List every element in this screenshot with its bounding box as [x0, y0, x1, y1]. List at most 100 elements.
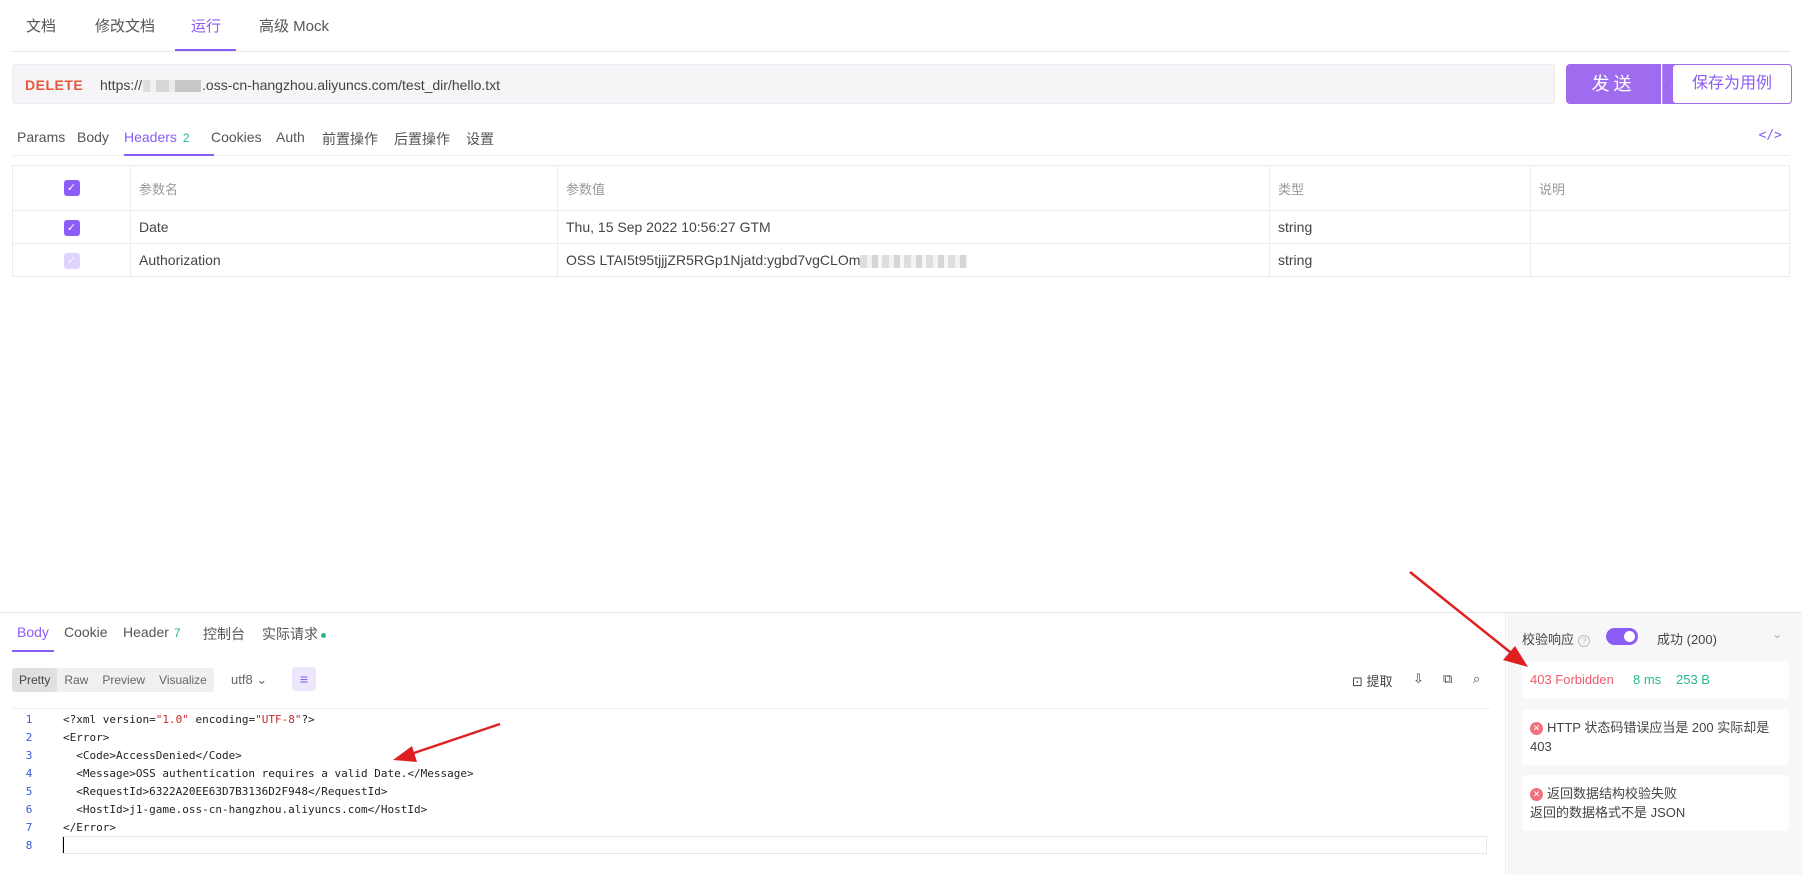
format-raw-button[interactable]: Raw — [57, 668, 95, 692]
extract-label: 提取 — [1366, 674, 1393, 689]
code-text: <HostId>j1-game.oss-cn-hangzhou.aliyuncs… — [63, 803, 428, 816]
http-method-select[interactable]: DELETE — [25, 77, 83, 93]
code-icon[interactable]: </> — [1759, 128, 1782, 143]
line-number: 8 — [25, 839, 33, 852]
help-icon[interactable]: ? — [1578, 634, 1591, 647]
validate-toggle[interactable] — [1606, 628, 1638, 645]
request-tab-bar: Params Body Headers 2 Cookies Auth 前置操作 后… — [12, 116, 1790, 156]
resp-tab-console[interactable]: 控制台 — [203, 624, 245, 644]
resp-header-count-badge: 7 — [173, 626, 181, 640]
param-name-cell[interactable]: Authorization — [130, 243, 558, 277]
word-wrap-icon[interactable]: ≡ — [292, 667, 316, 691]
line-number: 3 — [25, 749, 33, 762]
format-switch: Pretty Raw Preview Visualize — [12, 668, 214, 692]
code-text: <Code>AccessDenied</Code> — [63, 749, 242, 762]
tab-docs[interactable]: 文档 — [26, 15, 56, 36]
line-number: 6 — [25, 803, 33, 816]
response-size: 253 B — [1676, 672, 1710, 687]
xml-encoding-attr: encoding= — [188, 713, 256, 726]
headers-count-badge: 2 — [182, 131, 190, 145]
col-param-value: 参数值 — [557, 165, 1270, 211]
resp-tab-body[interactable]: Body — [17, 624, 49, 640]
resp-tab-actual-label: 实际请求 — [262, 626, 318, 642]
download-icon[interactable]: ⇩ — [1413, 671, 1424, 687]
url-input[interactable]: https:// .oss-cn-hangzhou.aliyuncs.com/te… — [100, 77, 500, 93]
response-panel: Body Cookie Header 7 控制台 实际请求 Pretty Raw … — [0, 612, 1802, 875]
row-checkbox[interactable]: ✓ — [63, 219, 80, 236]
code-line: 2 — [12, 729, 46, 747]
status-code: 403 Forbidden — [1530, 672, 1614, 687]
row-check-cell: ✓ — [12, 210, 131, 244]
chevron-down-icon: ⌄ — [256, 672, 268, 687]
xml-decl-close: ?> — [301, 713, 315, 726]
col-description: 说明 — [1530, 165, 1790, 211]
active-resp-tab-indicator — [12, 650, 54, 652]
tab-advanced-mock[interactable]: 高级 Mock — [259, 15, 329, 36]
line-number: 7 — [25, 821, 33, 834]
redacted-signature — [860, 254, 969, 268]
code-line: 4 — [12, 765, 46, 783]
select-all-cell: ✓ — [12, 165, 131, 211]
error-card: ✕ 返回数据结构校验失败 返回的数据格式不是 JSON — [1522, 775, 1789, 831]
error-title: 返回数据结构校验失败 — [1547, 786, 1678, 801]
row-checkbox[interactable]: ✓ — [63, 252, 80, 269]
tab-edit-docs[interactable]: 修改文档 — [95, 15, 155, 36]
format-visualize-button[interactable]: Visualize — [152, 668, 214, 692]
code-line: 3 — [12, 747, 46, 765]
param-type-cell[interactable]: string — [1269, 243, 1531, 277]
copy-icon[interactable]: ⧉ — [1443, 671, 1452, 687]
search-icon[interactable]: ⌕ — [1473, 671, 1480, 687]
tab-settings[interactable]: 设置 — [466, 129, 494, 149]
param-value-cell[interactable]: Thu, 15 Sep 2022 10:56:27 GTM — [557, 210, 1270, 244]
format-preview-button[interactable]: Preview — [95, 668, 152, 692]
format-pretty-button[interactable]: Pretty — [12, 668, 58, 692]
select-all-checkbox[interactable]: ✓ — [63, 180, 80, 197]
tab-post-operations[interactable]: 后置操作 — [394, 129, 450, 149]
send-button[interactable]: 发送 — [1566, 64, 1661, 104]
line-number: 1 — [25, 713, 33, 726]
code-line: 5 — [12, 783, 46, 801]
error-icon: ✕ — [1530, 722, 1543, 735]
code-text: <RequestId>6322A20EE63D7B3136D2F948</Req… — [63, 785, 388, 798]
tab-params[interactable]: Params — [17, 129, 65, 145]
tab-auth[interactable]: Auth — [276, 129, 305, 145]
code-line: 6 — [12, 801, 46, 819]
tab-run[interactable]: 运行 — [191, 15, 221, 36]
encoding-value: utf8 — [231, 672, 253, 687]
error-card: ✕ HTTP 状态码错误应当是 200 实际却是 403 — [1522, 709, 1789, 765]
encoding-select[interactable]: utf8 ⌄ — [231, 672, 267, 688]
save-as-case-button[interactable]: 保存为用例 — [1672, 64, 1792, 104]
resp-tab-header[interactable]: Header 7 — [123, 624, 181, 640]
code-line: 8 — [12, 837, 46, 855]
table-row: ✓ Date Thu, 15 Sep 2022 10:56:27 GTM str… — [12, 210, 1790, 244]
top-tab-bar: 文档 修改文档 运行 高级 Mock — [12, 0, 1790, 52]
resp-tab-cookie[interactable]: Cookie — [64, 624, 108, 640]
url-bar[interactable]: DELETE https:// .oss-cn-hangzhou.aliyuncs… — [12, 64, 1555, 104]
resp-tab-actual-request[interactable]: 实际请求 — [262, 624, 326, 644]
headers-table: ✓ 参数名 参数值 类型 说明 ✓ Date Thu, 15 Sep 2022 … — [12, 165, 1790, 277]
code-text: </Error> — [63, 821, 116, 834]
chevron-down-icon[interactable]: ⌄ — [1772, 627, 1782, 641]
tab-body[interactable]: Body — [77, 129, 109, 145]
response-code-editor[interactable]: 1 <?xml version="1.0" encoding="UTF-8"?>… — [12, 708, 1490, 873]
extract-button[interactable]: ⊡ 提取 — [1352, 671, 1393, 690]
param-desc-cell[interactable] — [1530, 210, 1790, 244]
code-text: <Error> — [63, 731, 110, 744]
code-line: 7 — [12, 819, 46, 837]
table-header-row: ✓ 参数名 参数值 类型 说明 — [12, 165, 1790, 211]
tab-headers[interactable]: Headers 2 — [124, 129, 190, 145]
validate-response-label: 校验响应? — [1522, 629, 1591, 648]
error-detail: 返回的数据格式不是 JSON — [1530, 805, 1686, 820]
error-message: ✕ HTTP 状态码错误应当是 200 实际却是 403 — [1530, 718, 1784, 756]
tab-cookies[interactable]: Cookies — [211, 129, 262, 145]
param-value-cell[interactable]: OSS LTAI5t95tjjjZR5RGp1Njatd:ygbd7vgCLOm — [557, 243, 1270, 277]
response-tab-bar: Body Cookie Header 7 控制台 实际请求 — [12, 613, 1492, 653]
param-type-cell[interactable]: string — [1269, 210, 1531, 244]
validation-target-select[interactable]: 成功 (200) — [1657, 629, 1717, 648]
table-row: ✓ Authorization OSS LTAI5t95tjjjZR5RGp1N… — [12, 243, 1790, 277]
param-name-cell[interactable]: Date — [130, 210, 558, 244]
param-desc-cell[interactable] — [1530, 243, 1790, 277]
code-text: <?xml version="1.0" encoding="UTF-8"?> — [63, 711, 315, 729]
tab-pre-operations[interactable]: 前置操作 — [322, 129, 378, 149]
text-cursor — [63, 837, 64, 853]
